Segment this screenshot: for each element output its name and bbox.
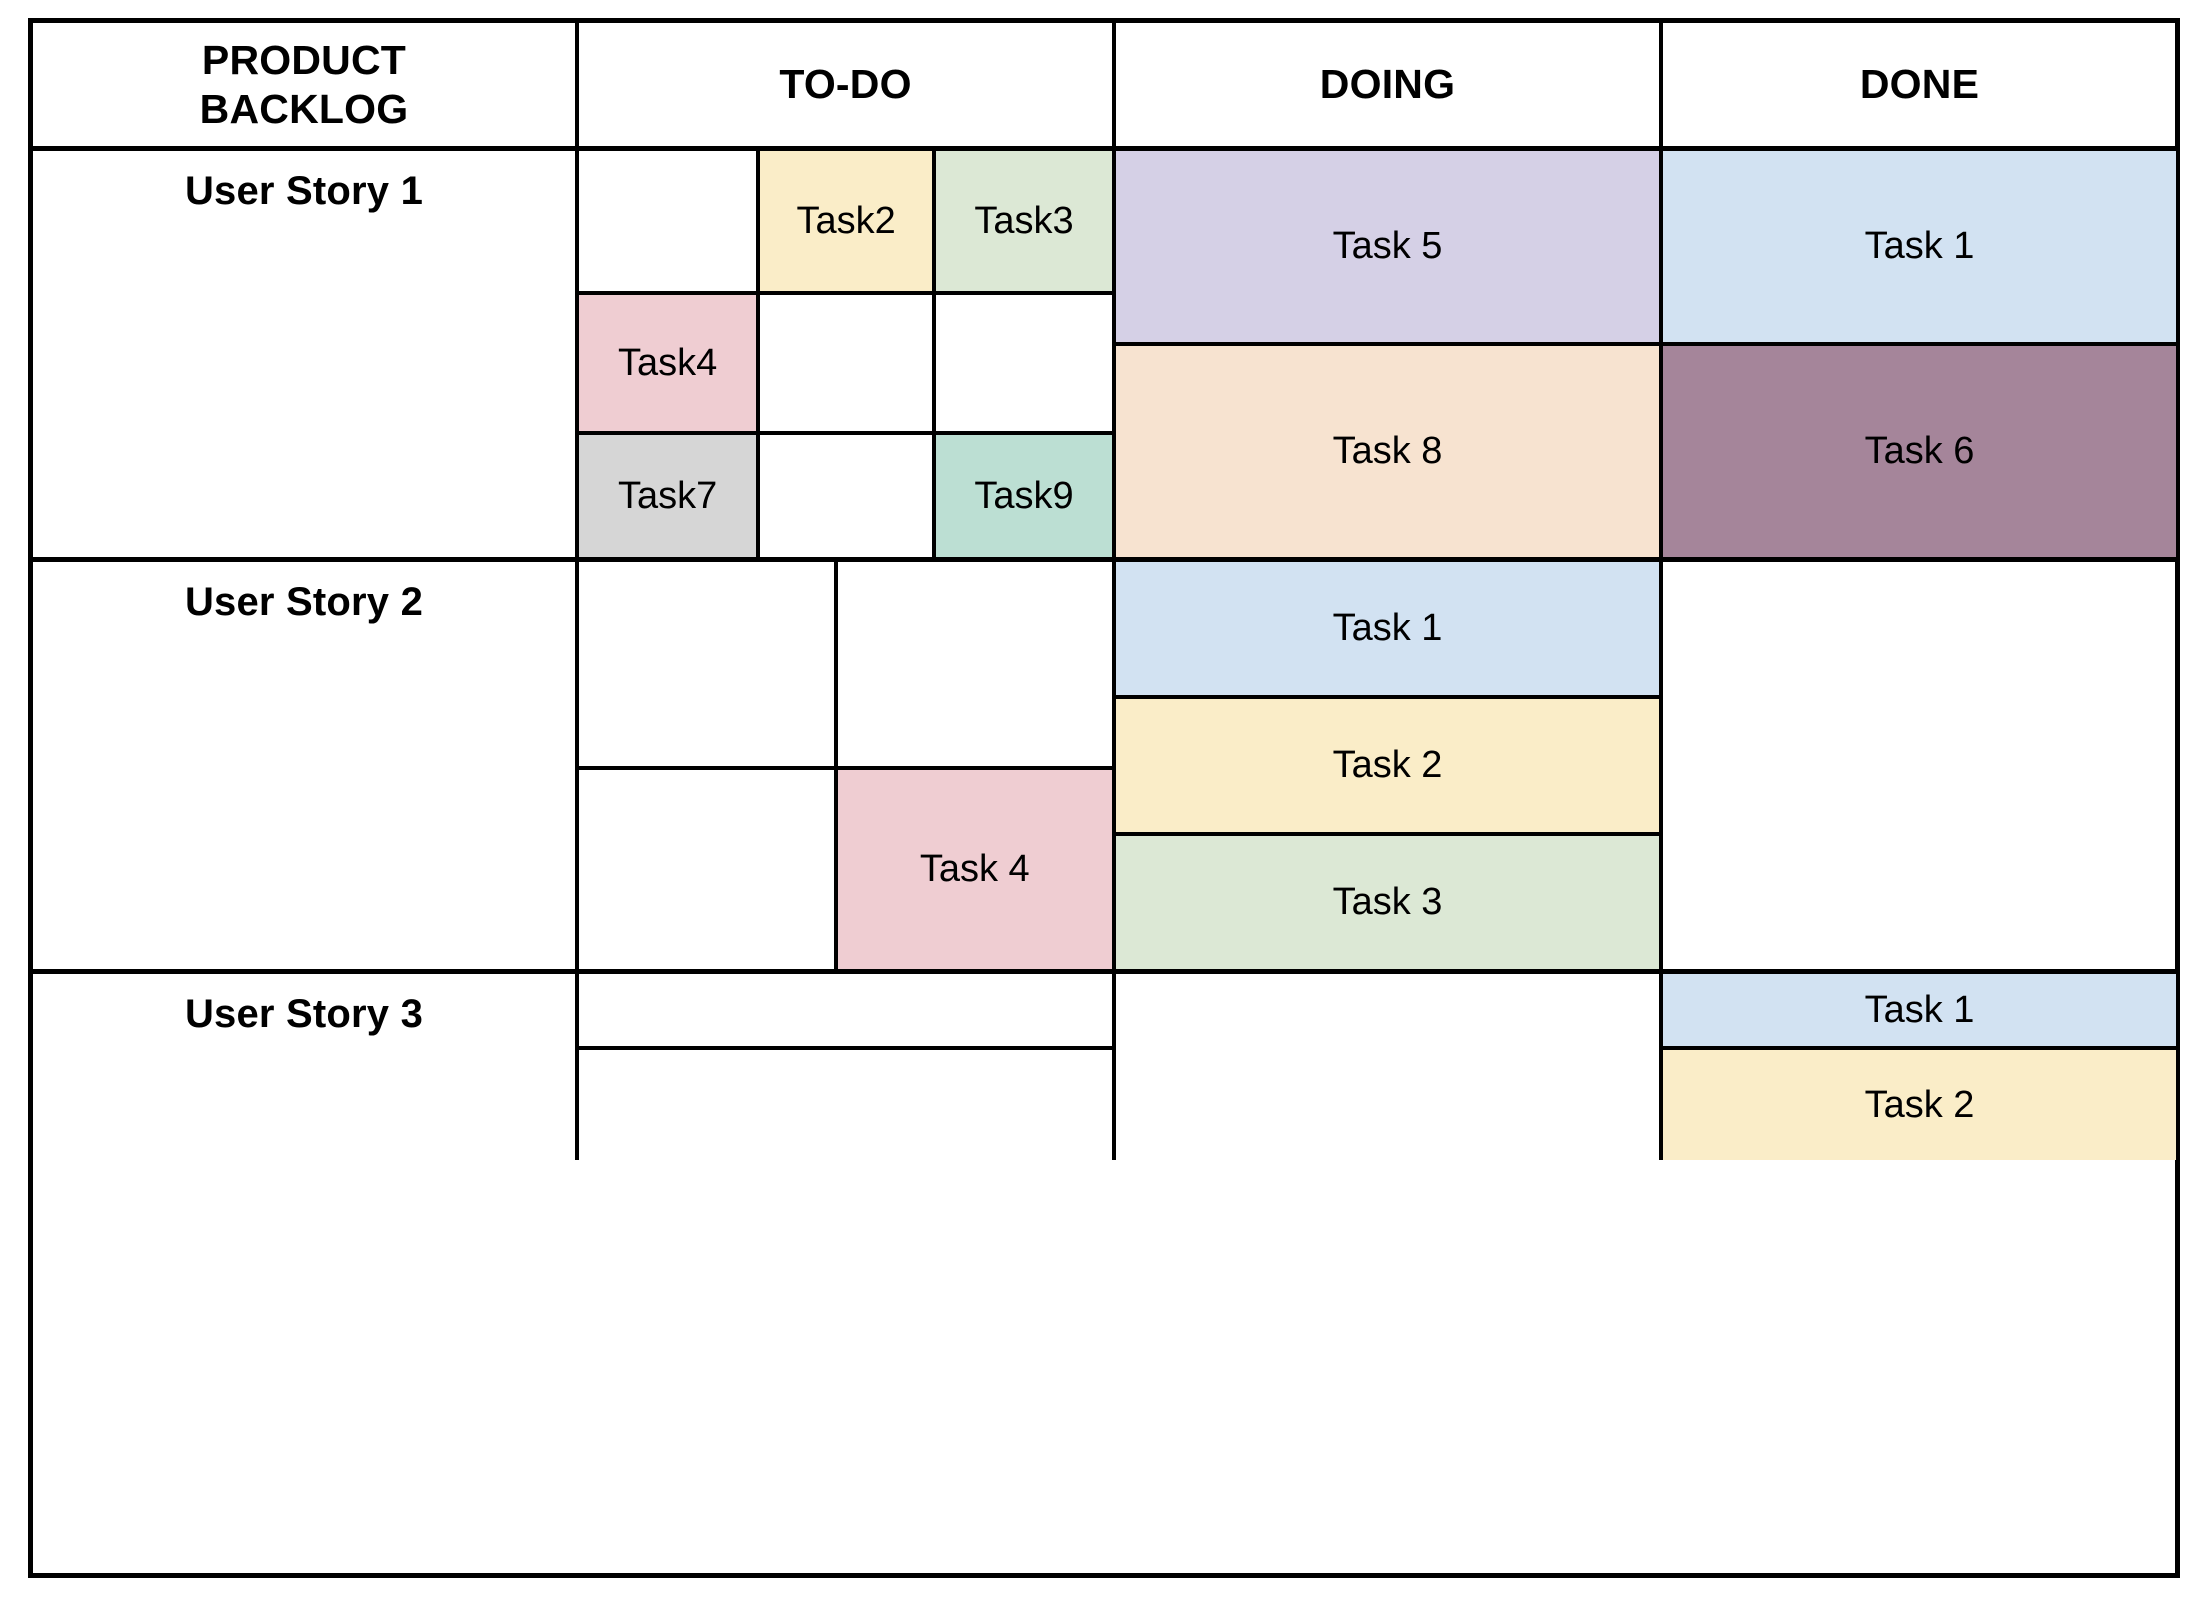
doing-stack-user-story-1: Task 5 Task 8	[1116, 151, 1659, 557]
task-slot-empty[interactable]	[1116, 1050, 1659, 1160]
doing-row: Task 5	[1116, 151, 1659, 346]
task-card-task-6[interactable]: Task 6	[1663, 345, 2176, 557]
story-label-user-story-2: User Story 2	[184, 580, 424, 624]
task-slot-empty[interactable]	[579, 974, 1112, 1047]
scrum-task-board: PRODUCT BACKLOG TO-DO DOING DONE User St…	[28, 18, 2180, 1578]
task-card-task-1[interactable]: Task 1	[1116, 562, 1659, 695]
task-card-task-3[interactable]: Task 3	[1116, 836, 1659, 969]
story-row-user-story-1: User Story 1 Task 2 Task 3 Task 4 Task 7 Tas…	[33, 151, 2176, 562]
task-card-task-4[interactable]: Task 4	[837, 769, 1112, 969]
column-header-done: DONE	[1859, 61, 1980, 108]
done-stack-user-story-3: Task 1 Task 2	[1663, 974, 2176, 1160]
todo-grid-row	[579, 562, 1112, 770]
todo-grid-row	[579, 1050, 1112, 1160]
task-card-task-1[interactable]: Task 1	[1663, 974, 2176, 1047]
column-header-product-backlog-line2: BACKLOG	[199, 85, 409, 132]
task-slot-empty[interactable]	[579, 1050, 1112, 1160]
doing-cell-user-story-1: Task 5 Task 8	[1116, 151, 1663, 557]
story-row-user-story-3: User Story 3 Task 1 Task 2	[33, 974, 2176, 1160]
story-label-user-story-3: User Story 3	[184, 992, 424, 1036]
doing-row: Task 1	[1116, 562, 1659, 699]
task-card-task-4[interactable]: Task 4	[579, 295, 761, 432]
done-cell-user-story-2[interactable]	[1663, 562, 2176, 969]
done-stack-user-story-1: Task 1 Task 6	[1663, 151, 2176, 557]
doing-stack-user-story-3	[1116, 974, 1659, 1160]
task-slot-empty[interactable]	[837, 562, 1112, 766]
doing-row	[1116, 974, 1659, 1051]
task-card-task-9[interactable]: Task 9	[936, 435, 1112, 557]
task-card-task-5[interactable]: Task 5	[1116, 151, 1659, 342]
backlog-cell-user-story-1[interactable]: User Story 1	[33, 151, 579, 557]
doing-cell-user-story-2: Task 1 Task 2 Task 3	[1116, 562, 1663, 969]
todo-grid-row: Task 4	[579, 769, 1112, 969]
done-row: Task 1	[1663, 151, 2176, 346]
todo-grid-user-story-1: Task 2 Task 3 Task 4 Task 7 Task 9	[579, 151, 1112, 557]
column-header-doing: DOING	[1116, 23, 1663, 146]
todo-grid-row: Task 7 Task 9	[579, 435, 1112, 557]
task-card-task-7[interactable]: Task 7	[579, 435, 761, 557]
task-card-task-3[interactable]: Task 3	[936, 151, 1112, 292]
story-label-user-story-1: User Story 1	[184, 169, 424, 213]
task-slot-empty[interactable]	[579, 562, 838, 766]
backlog-cell-user-story-3[interactable]: User Story 3	[33, 974, 579, 1160]
doing-row: Task 2	[1116, 699, 1659, 836]
todo-grid-row: Task 4	[579, 295, 1112, 436]
task-slot-empty[interactable]	[1116, 974, 1659, 1051]
done-cell-user-story-3: Task 1 Task 2	[1663, 974, 2176, 1160]
doing-row	[1116, 1050, 1659, 1160]
column-header-product-backlog: PRODUCT BACKLOG	[33, 23, 579, 146]
doing-row: Task 3	[1116, 836, 1659, 969]
task-slot-empty[interactable]	[760, 295, 937, 432]
task-card-task-8[interactable]: Task 8	[1116, 345, 1659, 557]
backlog-cell-user-story-2[interactable]: User Story 2	[33, 562, 579, 969]
doing-cell-user-story-3	[1116, 974, 1663, 1160]
todo-grid-row	[579, 974, 1112, 1051]
done-row: Task 2	[1663, 1050, 2176, 1160]
todo-grid-row: Task 2 Task 3	[579, 151, 1112, 296]
task-card-task-2[interactable]: Task 2	[1663, 1050, 2176, 1160]
story-row-user-story-2: User Story 2 Task 4 Task 1 Task 2 Task 3	[33, 562, 2175, 974]
board-header-row: PRODUCT BACKLOG TO-DO DOING DONE	[33, 23, 2175, 151]
column-header-product-backlog-line1: PRODUCT	[201, 37, 407, 84]
todo-grid-user-story-2: Task 4	[579, 562, 1112, 969]
column-header-todo: TO-DO	[579, 23, 1116, 146]
todo-cell-user-story-2: Task 4	[579, 562, 1116, 969]
task-slot-empty[interactable]	[579, 151, 761, 292]
task-slot-empty[interactable]	[579, 769, 838, 969]
done-cell-user-story-1: Task 1 Task 6	[1663, 151, 2176, 557]
doing-row: Task 8	[1116, 345, 1659, 557]
done-row: Task 6	[1663, 345, 2176, 557]
task-card-task-1[interactable]: Task 1	[1663, 151, 2176, 342]
task-slot-empty[interactable]	[936, 295, 1112, 432]
todo-grid-user-story-3	[579, 974, 1112, 1160]
todo-cell-user-story-3	[579, 974, 1116, 1160]
done-row: Task 1	[1663, 974, 2176, 1051]
doing-stack-user-story-2: Task 1 Task 2 Task 3	[1116, 562, 1659, 969]
task-card-task-2[interactable]: Task 2	[760, 151, 937, 292]
task-card-task-2[interactable]: Task 2	[1116, 699, 1659, 832]
todo-cell-user-story-1: Task 2 Task 3 Task 4 Task 7 Task 9	[579, 151, 1116, 557]
task-slot-empty[interactable]	[760, 435, 937, 557]
